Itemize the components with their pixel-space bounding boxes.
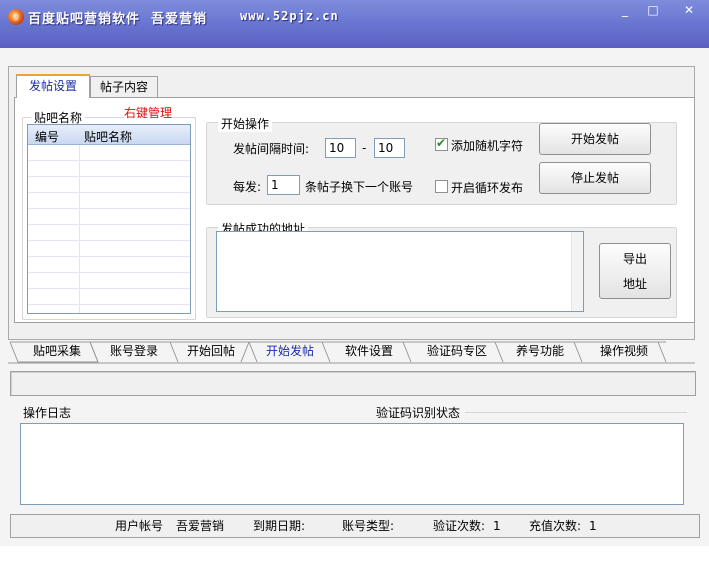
list-row: [28, 257, 190, 273]
interval-from-input[interactable]: 10: [325, 138, 356, 158]
tab-bar-collect[interactable]: 贴吧采集: [22, 342, 92, 362]
recharge-count-label: 充值次数:: [529, 519, 582, 533]
tab-post-settings[interactable]: 发帖设置: [16, 74, 90, 98]
tab-account-login[interactable]: 账号登录: [96, 342, 172, 362]
tab-captcha-zone[interactable]: 验证码专区: [412, 342, 502, 362]
tab-account-nurturing[interactable]: 养号功能: [504, 342, 576, 362]
recharge-count-value: 1: [589, 519, 597, 533]
textarea-scrollbar[interactable]: [571, 232, 583, 311]
posts-per-account-input[interactable]: 1: [267, 175, 300, 195]
list-row: [28, 193, 190, 209]
tab-start-reply[interactable]: 开始回帖: [176, 342, 246, 362]
tab-operation-video[interactable]: 操作视频: [586, 342, 662, 362]
tab-software-settings[interactable]: 软件设置: [331, 342, 407, 362]
column-header-bar-name[interactable]: 贴吧名称: [84, 128, 132, 145]
column-header-number[interactable]: 编号: [35, 128, 59, 145]
bar-list-header: 编号 贴吧名称: [28, 125, 190, 145]
success-urls-textarea[interactable]: [216, 231, 584, 312]
window-url: www.52pjz.cn: [240, 9, 339, 23]
app-logo-icon: [8, 9, 24, 25]
export-button-line2: 地址: [622, 277, 647, 291]
verify-count-value: 1: [493, 519, 501, 533]
user-account-value: 吾爱营销: [176, 519, 225, 533]
bar-list[interactable]: 编号 贴吧名称: [27, 124, 191, 314]
captcha-status-divider: [465, 412, 687, 413]
list-row: [28, 273, 190, 289]
start-ops-group-label: 开始操作: [218, 115, 273, 132]
account-type-label: 账号类型:: [342, 519, 395, 533]
window-title: 百度贴吧营销软件 吾爱营销: [28, 12, 208, 27]
title-bar[interactable]: 百度贴吧营销软件 吾爱营销 www.52pjz.cn _ □ ✕: [0, 0, 709, 48]
list-row: [28, 289, 190, 305]
export-urls-button[interactable]: 导出 地址: [599, 243, 671, 299]
close-icon[interactable]: ✕: [672, 2, 706, 20]
tab-post-content[interactable]: 帖子内容: [90, 76, 158, 98]
maximize-icon[interactable]: □: [640, 2, 666, 20]
captcha-status-label: 验证码识别状态: [376, 406, 461, 420]
column-divider: [79, 145, 80, 313]
loop-publish-checkbox[interactable]: [435, 180, 448, 193]
tab-start-posting[interactable]: 开始发帖: [255, 342, 325, 362]
list-row: [28, 161, 190, 177]
per-post-label: 每发:: [233, 180, 262, 194]
status-footer: 用户帐号 吾爱营销 到期日期: 账号类型: 验证次数: 1 充值次数: 1: [10, 514, 700, 538]
user-account-label: 用户帐号: [115, 519, 164, 533]
minimize-icon[interactable]: _: [612, 2, 638, 20]
export-button-line1: 导出: [622, 252, 647, 266]
expiry-date-label: 到期日期:: [253, 519, 306, 533]
list-row: [28, 209, 190, 225]
log-panel: 操作日志 验证码识别状态: [10, 398, 696, 513]
interval-to-input[interactable]: 10: [374, 138, 405, 158]
per-post-suffix: 条帖子换下一个账号: [305, 180, 414, 194]
verify-count-label: 验证次数:: [433, 519, 486, 533]
list-row: [28, 177, 190, 193]
list-row: [28, 145, 190, 161]
random-char-checkbox[interactable]: [435, 136, 448, 151]
random-char-label[interactable]: 添加随机字符: [451, 137, 523, 154]
operation-log-textarea[interactable]: [20, 423, 684, 505]
stop-posting-button[interactable]: 停止发帖: [539, 162, 651, 194]
right-click-manage-hint: 右键管理: [124, 104, 173, 121]
progress-bar: [10, 371, 696, 396]
operation-log-label: 操作日志: [23, 406, 72, 420]
bottom-tab-bar: 贴吧采集 账号登录 开始回帖 开始发帖 软件设置 验证码专区 养号功能 操作视频: [8, 340, 695, 364]
loop-publish-label[interactable]: 开启循环发布: [451, 179, 523, 196]
interval-dash: -: [362, 141, 367, 155]
list-row: [28, 225, 190, 241]
start-posting-button[interactable]: 开始发帖: [539, 123, 651, 155]
list-row: [28, 241, 190, 257]
interval-label: 发帖间隔时间:: [233, 142, 310, 156]
window-bottom-edge: [0, 546, 709, 573]
